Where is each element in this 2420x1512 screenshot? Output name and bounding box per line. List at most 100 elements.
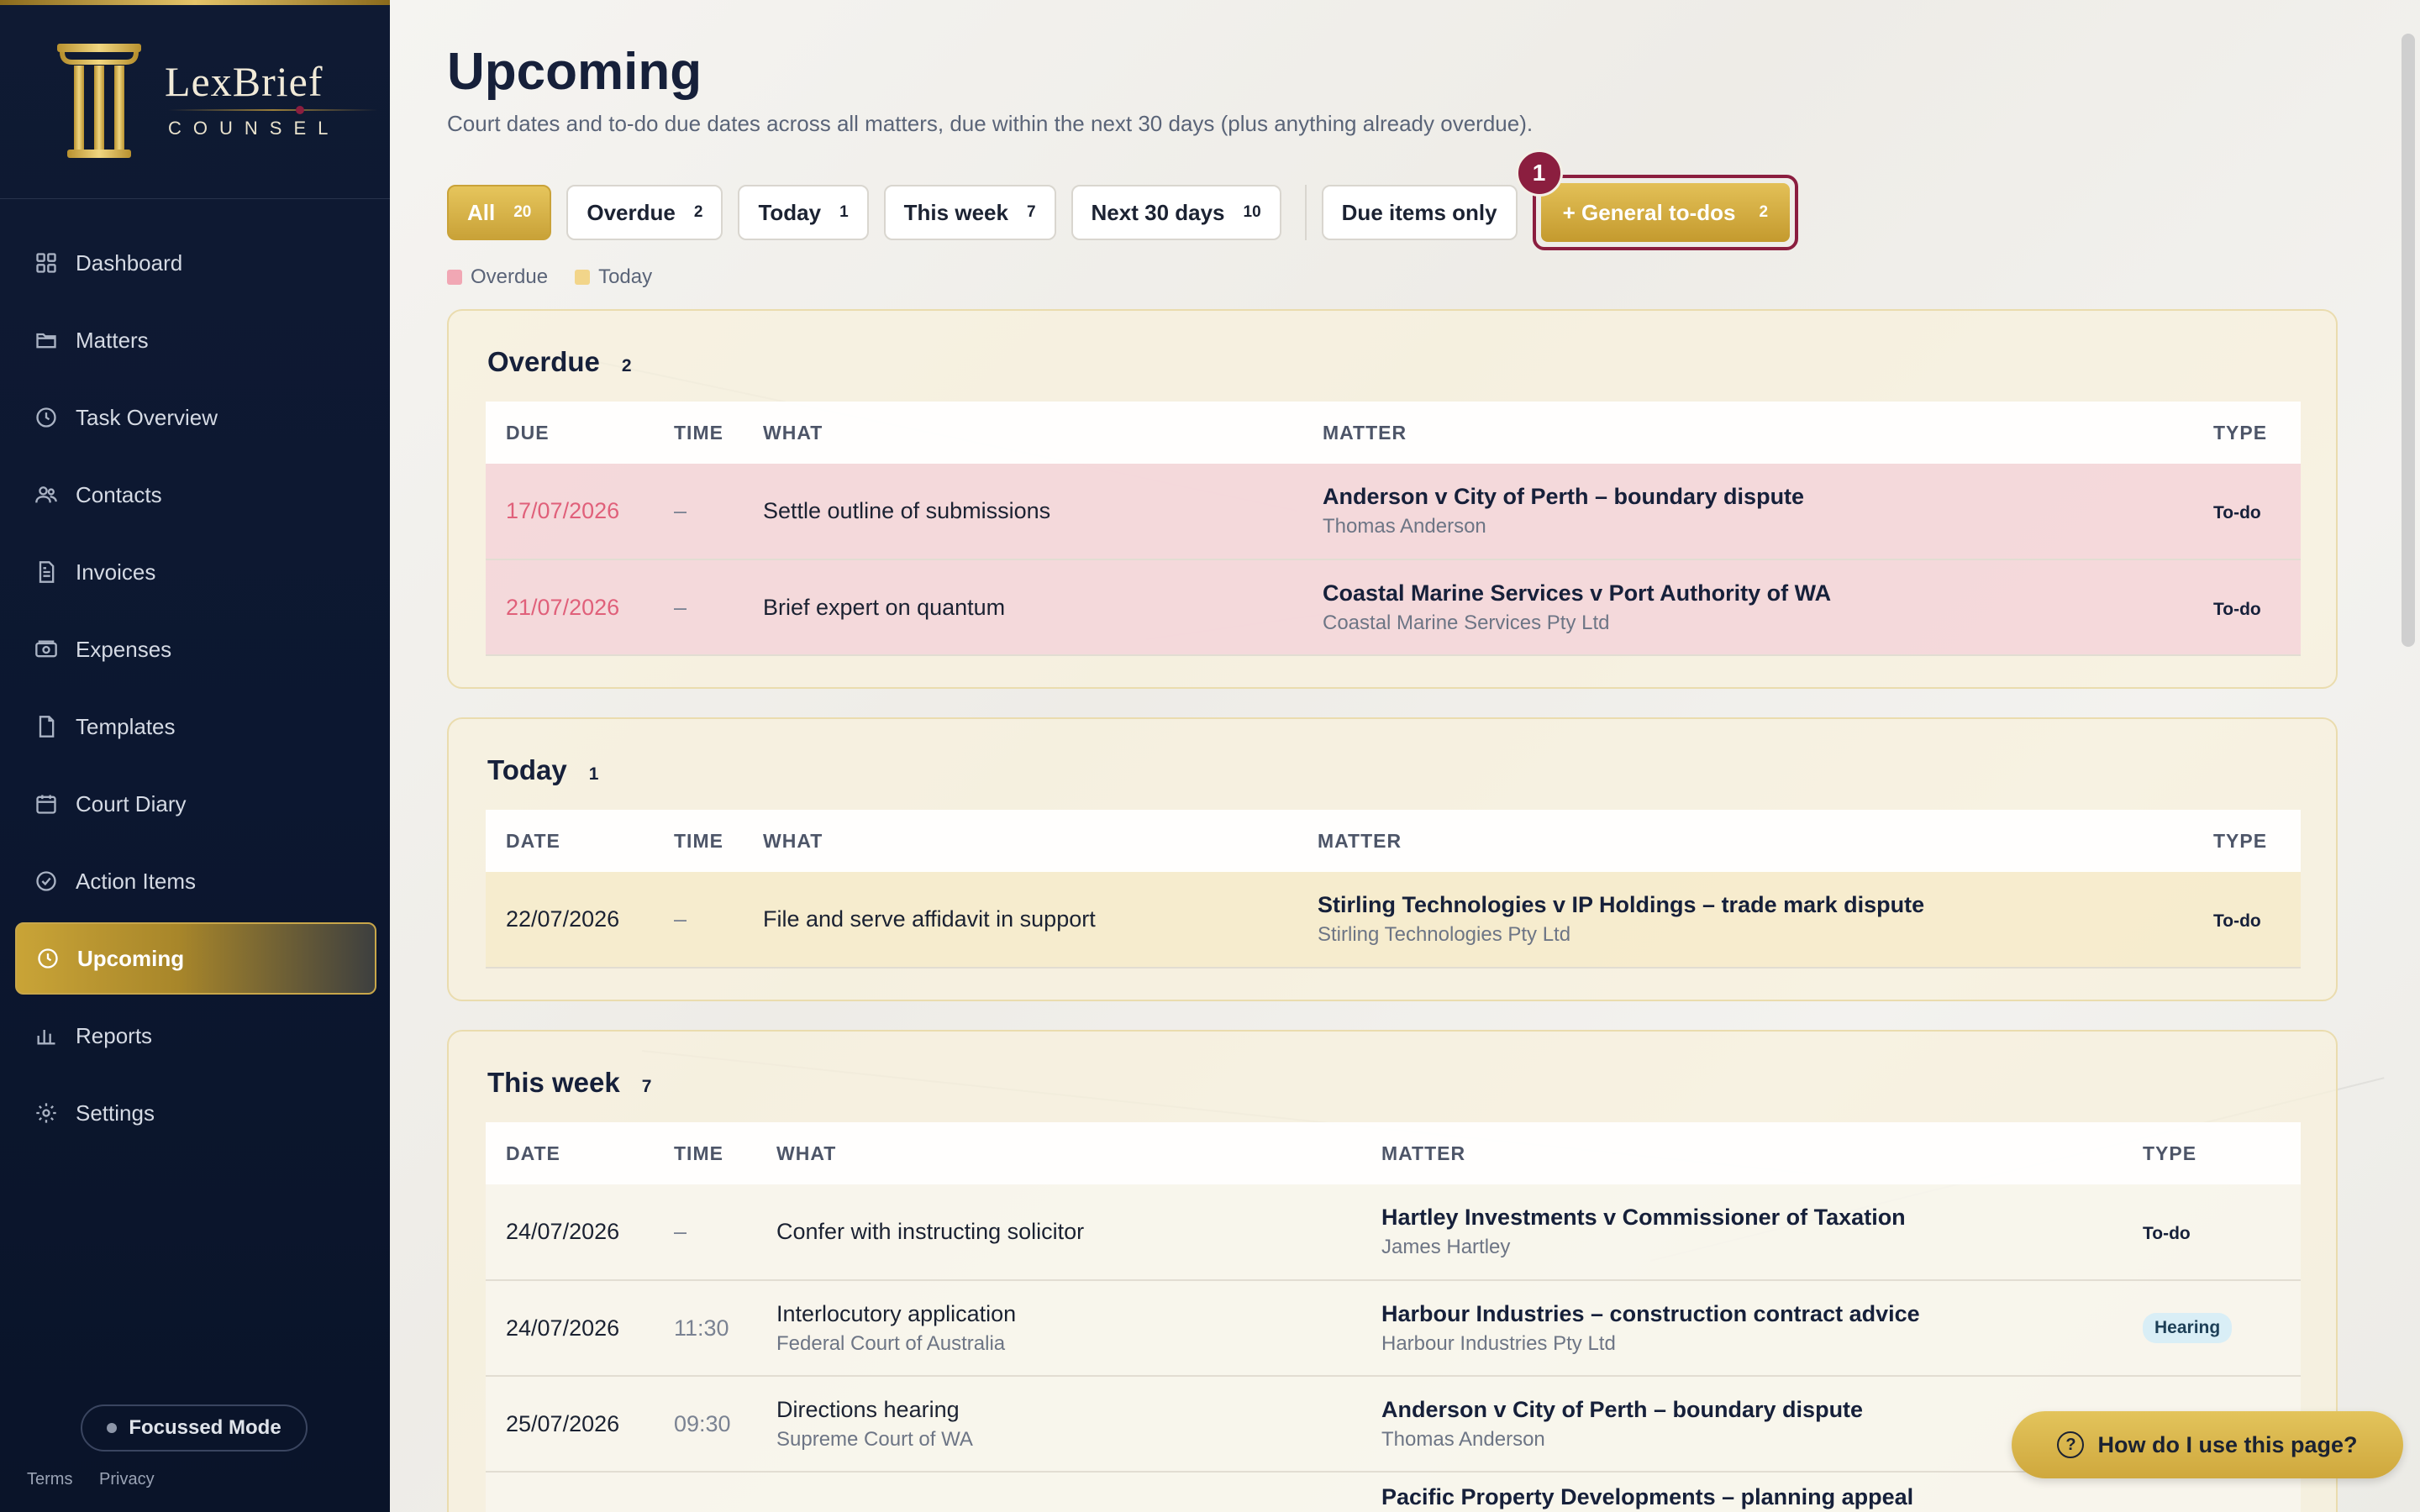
matter-cell: Harbour Industries – construction contra… — [1361, 1280, 2123, 1377]
due-time — [654, 1472, 756, 1512]
matter-name[interactable]: Hartley Investments v Commissioner of Ta… — [1381, 1205, 2123, 1231]
section-title: This week 7 — [487, 1067, 651, 1099]
nav-item-reports[interactable]: Reports — [15, 1000, 376, 1072]
col-header: MATTER — [1297, 810, 2193, 872]
due-time: – — [654, 559, 743, 656]
nav-item-contacts[interactable]: Contacts — [15, 459, 376, 531]
nav-item-invoices[interactable]: Invoices — [15, 536, 376, 608]
grid-icon — [34, 250, 59, 276]
nav-item-action-items[interactable]: Action Items — [15, 845, 376, 917]
matter-name[interactable]: Pacific Property Developments – planning… — [1381, 1484, 2123, 1510]
section-title-text: Today — [487, 754, 567, 785]
matter-name[interactable]: Stirling Technologies v IP Holdings – tr… — [1318, 892, 2193, 918]
sidebar-divider — [0, 198, 390, 199]
col-header: TIME — [654, 1122, 756, 1184]
nav-label: Reports — [76, 1022, 153, 1048]
legend-item-today: Today — [575, 265, 652, 289]
nav-item-court-diary[interactable]: Court Diary — [15, 768, 376, 840]
footer-links: Terms Privacy — [27, 1470, 176, 1489]
check-circle-icon — [34, 869, 59, 894]
nav-label: Matters — [76, 327, 149, 353]
nav-item-dashboard[interactable]: Dashboard — [15, 227, 376, 299]
matter-name[interactable]: Anderson v City of Perth – boundary disp… — [1323, 484, 2193, 510]
due-items-only-label: Due items only — [1341, 199, 1497, 225]
type-cell: To-do — [2193, 464, 2301, 560]
filter-label: Today — [758, 199, 822, 225]
due-date: 22/07/2026 — [486, 872, 654, 969]
focussed-mode-button[interactable]: Focussed Mode — [81, 1404, 308, 1452]
filter-next-30-days[interactable]: Next 30 days 10 — [1071, 185, 1281, 240]
page-subtitle: Court dates and to-do due dates across a… — [447, 111, 1534, 136]
due-time: – — [654, 872, 743, 969]
help-button[interactable]: ? How do I use this page? — [2012, 1411, 2403, 1478]
table-row[interactable]: 21/07/2026 – Brief expert on quantum Coa… — [486, 559, 2301, 656]
general-todos-count: 2 — [1759, 203, 1769, 221]
filter-all[interactable]: All 20 — [447, 185, 552, 240]
nav-item-expenses[interactable]: Expenses — [15, 613, 376, 685]
table-row[interactable]: 24/07/2026 11:30 Interlocutory applicati… — [486, 1280, 2301, 1377]
table-row[interactable]: 17/07/2026 – Settle outline of submissio… — [486, 464, 2301, 560]
matter-cell: Anderson v City of Perth – boundary disp… — [1361, 1376, 2123, 1473]
nav-item-settings[interactable]: Settings — [15, 1077, 376, 1149]
section-overdue: Overdue 2 DUE TIME WHAT MATTER TYPE 17/0… — [447, 309, 2338, 689]
general-todos-button[interactable]: + General to-dos 2 — [1540, 183, 1791, 242]
nav-label: Expenses — [76, 636, 172, 662]
type-label: To-do — [2213, 503, 2261, 522]
nav-item-upcoming[interactable]: Upcoming — [15, 922, 376, 995]
folder-icon — [34, 328, 59, 353]
wallet-icon — [34, 637, 59, 662]
due-date: 24/07/2026 — [486, 1184, 654, 1281]
col-header: WHAT — [756, 1122, 1361, 1184]
filter-label: This week — [903, 199, 1008, 225]
terms-link[interactable]: Terms — [27, 1470, 72, 1488]
table-row[interactable]: Pacific Property Developments – planning… — [486, 1472, 2301, 1512]
matter-name[interactable]: Coastal Marine Services v Port Authority… — [1323, 580, 2193, 606]
gear-icon — [34, 1100, 59, 1126]
nav-item-task-overview[interactable]: Task Overview — [15, 381, 376, 454]
filter-today[interactable]: Today 1 — [738, 185, 869, 240]
privacy-link[interactable]: Privacy — [99, 1470, 155, 1488]
filter-overdue[interactable]: Overdue 2 — [566, 185, 723, 240]
what: Confer with instructing solicitor — [776, 1219, 1085, 1244]
filter-count: 7 — [1026, 203, 1036, 221]
nav-item-templates[interactable]: Templates — [15, 690, 376, 763]
matter-cell: Anderson v City of Perth – boundary disp… — [1302, 464, 2193, 560]
section-count: 1 — [588, 764, 599, 784]
due-items-only-toggle[interactable]: Due items only — [1321, 185, 1518, 240]
section-title-text: Overdue — [487, 346, 600, 377]
client-name: Stirling Technologies Pty Ltd — [1318, 923, 1571, 946]
clock-icon — [35, 946, 60, 971]
type-label: To-do — [2213, 599, 2261, 619]
nav-label: Dashboard — [76, 249, 183, 276]
table-row[interactable]: 22/07/2026 – File and serve affidavit in… — [486, 872, 2301, 969]
table-row[interactable]: 24/07/2026 – Confer with instructing sol… — [486, 1184, 2301, 1281]
filter-this-week[interactable]: This week 7 — [883, 185, 1056, 240]
brand-dot — [296, 106, 304, 114]
col-header: WHAT — [743, 810, 1297, 872]
due-date: 25/07/2026 — [486, 1376, 654, 1473]
matter-name[interactable]: Anderson v City of Perth – boundary disp… — [1381, 1397, 2123, 1423]
due-time: – — [654, 464, 743, 560]
page-title: Upcoming — [447, 43, 702, 101]
focussed-mode-label: Focussed Mode — [129, 1416, 281, 1439]
nav-label: Task Overview — [76, 404, 218, 430]
section-today: Today 1 DATE TIME WHAT MATTER TYPE 22/07… — [447, 717, 2338, 1001]
col-header: DATE — [486, 1122, 654, 1184]
what-cell: Confer with instructing solicitor — [756, 1184, 1361, 1281]
col-header: TYPE — [2193, 810, 2301, 872]
what: Settle outline of submissions — [743, 464, 1302, 560]
brand-rule — [168, 109, 378, 111]
filter-label: All — [467, 199, 496, 225]
nav-label: Court Diary — [76, 790, 187, 816]
matter-name[interactable]: Harbour Industries – construction contra… — [1381, 1301, 2123, 1327]
nav-item-matters[interactable]: Matters — [15, 304, 376, 376]
nav-label: Action Items — [76, 868, 197, 894]
sidebar-accent-bar — [0, 0, 390, 5]
scrollbar-thumb[interactable] — [2402, 34, 2415, 647]
due-date — [486, 1472, 654, 1512]
court-name: Federal Court of Australia — [776, 1331, 1006, 1355]
invoice-icon — [34, 559, 59, 585]
brand-logo[interactable]: LexBrief COUNSEL — [55, 42, 378, 168]
type-label: To-do — [2143, 1224, 2191, 1243]
general-todos-label: + General to-dos — [1562, 199, 1736, 225]
